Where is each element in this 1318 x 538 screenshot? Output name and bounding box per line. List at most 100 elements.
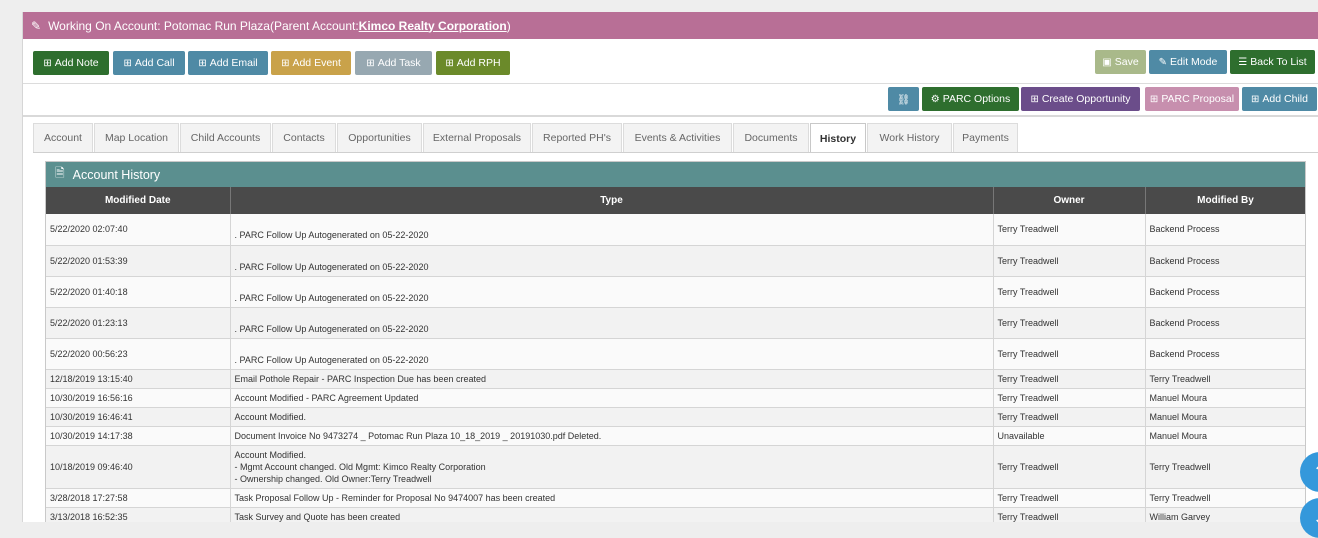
parc-options-button[interactable]: ⚙ PARC Options — [922, 87, 1019, 111]
edit-icon: ✎ — [31, 18, 42, 33]
chevron-down-icon: ⌄ — [1312, 508, 1318, 529]
back-to-list-button[interactable]: ☰ Back To List — [1230, 50, 1315, 74]
table-row[interactable]: 10/30/2019 16:56:16 Account Modified - PA… — [46, 388, 1305, 408]
column-header[interactable]: Owner — [993, 187, 1146, 214]
add-event-button[interactable]: ⊞ Add Event — [271, 51, 351, 75]
account-history-panel: 🗎 Account History Modified Date Type Own… — [45, 161, 1306, 522]
tab-reported-phs[interactable]: Reported PH's — [532, 123, 622, 152]
tab-work-history[interactable]: Work History — [867, 123, 952, 152]
modified-by-cell: William Garvey — [1145, 507, 1305, 522]
header-prefix: Working On Account: Potomac Run Plaza(Pa… — [48, 18, 359, 33]
modified-date-cell: 10/18/2019 09:46:40 — [46, 445, 231, 489]
table-row[interactable]: 10/18/2019 09:46:40 Account Modified. - Mg… — [46, 445, 1305, 489]
tab-opportunities[interactable]: Opportunities — [337, 123, 422, 152]
type-line: - Mgmt Account changed. Old Mgmt: Kimco … — [234, 461, 486, 472]
add-child-button[interactable]: ⊞ Add Child — [1242, 87, 1317, 111]
parc-proposal-button[interactable]: ⊞ PARC Proposal — [1145, 87, 1239, 111]
owner-cell: Terry Treadwell — [993, 245, 1146, 277]
plus-icon: ⊞ — [43, 57, 52, 69]
column-header[interactable]: Type — [230, 187, 994, 214]
tab-bar: Account Map Location Child Accounts Cont… — [33, 123, 1318, 153]
edit-mode-button[interactable]: ✎ Edit Mode — [1149, 50, 1227, 74]
type-cell: Task Survey and Quote has been created — [230, 507, 994, 522]
tab-history[interactable]: History — [810, 123, 866, 153]
type-cell: . PARC Follow Up Autogenerated on 05-22-… — [230, 214, 994, 246]
add-rph-button[interactable]: ⊞ Add RPH — [436, 51, 510, 75]
tab-events-activities[interactable]: Events & Activities — [623, 123, 732, 152]
type-text: . PARC Follow Up Autogenerated on 05-22-… — [234, 323, 429, 334]
table-row[interactable]: 5/22/2020 02:07:40. PARC Follow Up Autog… — [46, 214, 1305, 246]
modified-by-cell: Backend Process — [1145, 245, 1305, 277]
car-button[interactable]: ⛓ — [888, 87, 919, 111]
plus-icon: ⊞ — [281, 57, 290, 69]
modified-date-cell: 3/28/2018 17:27:58 — [46, 488, 231, 508]
add-email-button[interactable]: ⊞ Add Email — [188, 51, 268, 75]
edit-icon: ✎ — [1158, 56, 1168, 68]
tab-external-proposals[interactable]: External Proposals — [423, 123, 531, 152]
type-text: Account Modified - PARC Agreement Update… — [234, 392, 419, 403]
tab-account[interactable]: Account — [33, 123, 93, 152]
tab-contacts[interactable]: Contacts — [272, 123, 336, 152]
owner-cell: Terry Treadwell — [993, 507, 1146, 522]
history-table: Modified Date Type Owner Modified By 5/2… — [46, 187, 1305, 522]
modified-date-cell: 12/18/2019 13:15:40 — [46, 369, 231, 389]
type-text: Task Survey and Quote has been created — [234, 511, 401, 522]
modified-by-cell: Backend Process — [1145, 307, 1305, 339]
plus-icon: ⊞ — [366, 57, 375, 69]
modified-by-cell: Manuel Moura — [1145, 426, 1305, 446]
type-cell: . PARC Follow Up Autogenerated on 05-22-… — [230, 245, 994, 277]
column-header[interactable]: Modified Date — [46, 187, 231, 214]
save-button[interactable]: ▣ Save — [1095, 50, 1146, 74]
owner-cell: Terry Treadwell — [993, 307, 1146, 339]
list-icon: ☰ — [1238, 56, 1248, 68]
parent-account-link[interactable]: Kimco Realty Corporation — [359, 19, 507, 33]
app-frame: ✎ Working On Account: Potomac Run Plaza(… — [22, 12, 1318, 522]
table-row[interactable]: 10/30/2019 16:46:41 Account Modified. Terr… — [46, 407, 1305, 427]
modified-by-cell: Terry Treadwell — [1145, 445, 1305, 489]
tab-documents[interactable]: Documents — [733, 123, 809, 152]
owner-cell: Terry Treadwell — [993, 488, 1146, 508]
table-row[interactable]: 10/30/2019 14:17:38 Document Invoice No 9… — [46, 426, 1305, 446]
table-row[interactable]: 5/22/2020 01:23:13. PARC Follow Up Autog… — [46, 307, 1305, 339]
plus-icon: ⊞ — [1030, 93, 1039, 105]
tab-child-accounts[interactable]: Child Accounts — [180, 123, 271, 152]
modified-by-cell: Backend Process — [1145, 214, 1305, 246]
modified-by-cell: Backend Process — [1145, 276, 1305, 308]
type-text: . PARC Follow Up Autogenerated on 05-22-… — [234, 292, 429, 303]
action-toolbar: ⊞ Add Note ⊞ Add Call ⊞ Add Email ⊞ Add Even… — [23, 39, 1318, 84]
type-text: Account Modified. — [234, 411, 307, 422]
panel-header: 🗎 Account History — [46, 162, 1305, 187]
add-note-button[interactable]: ⊞ Add Note — [33, 51, 109, 75]
type-line: Account Modified. — [234, 449, 307, 460]
type-cell: . PARC Follow Up Autogenerated on 05-22-… — [230, 338, 994, 370]
add-task-button[interactable]: ⊞ Add Task — [355, 51, 432, 75]
header-suffix: ) — [506, 18, 511, 33]
table-row[interactable]: 5/22/2020 01:53:39. PARC Follow Up Autog… — [46, 245, 1305, 277]
table-row[interactable]: 3/13/2018 16:52:35 Task Survey and Quote … — [46, 507, 1305, 522]
type-line: - Ownership changed. Old Owner:Terry Tre… — [234, 473, 432, 484]
modified-date-cell: 10/30/2019 16:56:16 — [46, 388, 231, 408]
owner-cell: Terry Treadwell — [993, 445, 1146, 489]
floppy-icon: ▣ — [1102, 56, 1112, 68]
tab-payments[interactable]: Payments — [953, 123, 1018, 152]
column-header[interactable]: Modified By — [1145, 187, 1305, 214]
type-text: Task Proposal Follow Up - Reminder for P… — [234, 492, 556, 503]
table-row[interactable]: 5/22/2020 00:56:23. PARC Follow Up Autog… — [46, 338, 1305, 370]
type-text: Document Invoice No 9473274 _ Potomac Ru… — [234, 430, 602, 441]
modified-date-cell: 5/22/2020 00:56:23 — [46, 338, 231, 370]
tab-map-location[interactable]: Map Location — [94, 123, 179, 152]
table-row[interactable]: 3/28/2018 17:27:58 Task Proposal Follow U… — [46, 488, 1305, 508]
create-opportunity-button[interactable]: ⊞ Create Opportunity — [1021, 87, 1140, 111]
modified-by-cell: Terry Treadwell — [1145, 369, 1305, 389]
modified-date-cell: 5/22/2020 02:07:40 — [46, 214, 231, 246]
plus-icon: ⊞ — [123, 57, 132, 69]
table-row[interactable]: 5/22/2020 01:40:18. PARC Follow Up Autog… — [46, 276, 1305, 308]
plus-icon: ⊞ — [1149, 93, 1159, 105]
table-row[interactable]: 12/18/2019 13:15:40 Email Pothole Repair … — [46, 369, 1305, 389]
modified-by-cell: Backend Process — [1145, 338, 1305, 370]
add-call-button[interactable]: ⊞ Add Call — [113, 51, 185, 75]
plus-icon: ⊞ — [1251, 93, 1260, 105]
type-text: . PARC Follow Up Autogenerated on 05-22-… — [234, 230, 429, 241]
owner-cell: Terry Treadwell — [993, 407, 1146, 427]
account-header: ✎ Working On Account: Potomac Run Plaza(… — [23, 12, 1318, 39]
